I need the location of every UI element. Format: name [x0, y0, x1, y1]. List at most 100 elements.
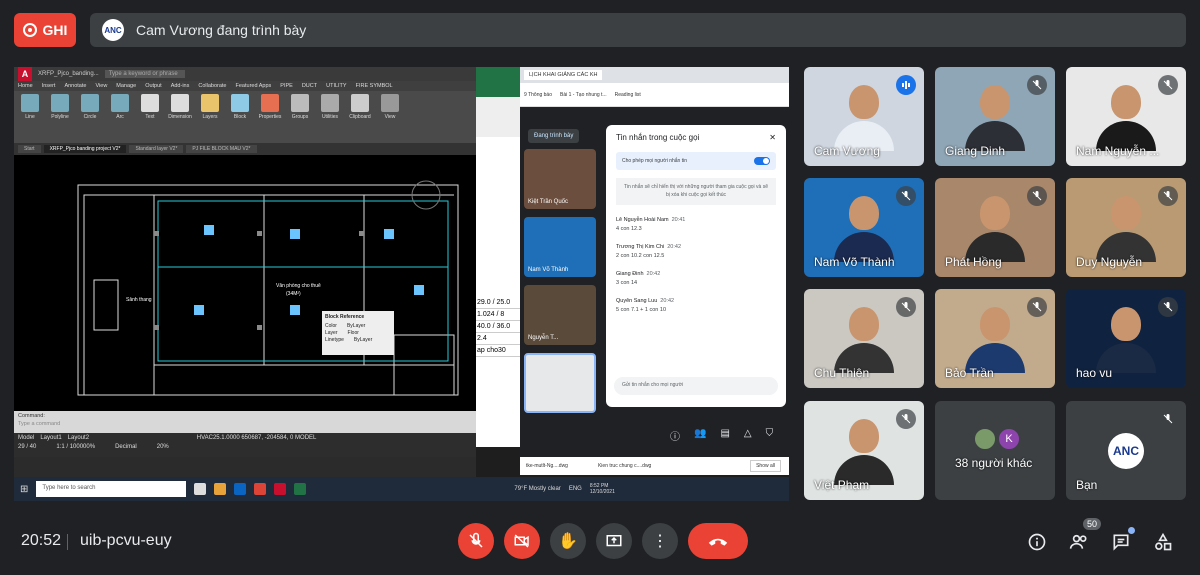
excel-cell: 29.0 / 25.0: [476, 297, 520, 309]
mini-participant-tile: Nam Võ Thành: [524, 217, 596, 277]
chat-time: 20:42: [646, 271, 661, 277]
ribbon-tool[interactable]: Dimension: [167, 94, 193, 120]
ribbon-tool[interactable]: Groups: [287, 94, 313, 120]
task-view-icon[interactable]: [194, 483, 207, 495]
show-all-button[interactable]: Show all: [750, 460, 781, 472]
menu-item[interactable]: View: [95, 83, 107, 89]
ribbon-tool-icon: [21, 94, 39, 112]
ribbon-tool[interactable]: View: [377, 94, 403, 120]
participant-tile[interactable]: Chu Thiện: [804, 289, 924, 388]
excel-taskbar-icon[interactable]: [294, 483, 307, 495]
windows-start-icon[interactable]: ⊞: [20, 484, 28, 495]
autocad-status-bar: Model Layout1 Layout2 HVAC25.1.0000 650687…: [14, 433, 476, 457]
layout-tabs: Model Layout1 Layout2: [18, 435, 95, 441]
menu-item[interactable]: FIRE SYMBOL: [356, 83, 393, 89]
participant-tile[interactable]: Bảo Trần: [935, 289, 1055, 388]
edge-icon[interactable]: [234, 483, 247, 495]
taskbar-search[interactable]: Type here to search: [36, 481, 187, 497]
allow-messages-toggle[interactable]: Cho phép mọi người nhắn tin: [616, 152, 776, 170]
file-explorer-icon[interactable]: [214, 483, 227, 495]
bookmark[interactable]: Bài 1 - Tạo nhung t...: [560, 92, 607, 98]
participant-video: [834, 419, 894, 485]
people-icon[interactable]: 👥: [694, 428, 706, 443]
menu-item[interactable]: DUCT: [302, 83, 317, 89]
more-options-button[interactable]: ⋮: [642, 523, 678, 559]
meeting-info-button[interactable]: [1025, 530, 1049, 554]
participant-head: [849, 196, 879, 230]
ribbon-tool[interactable]: Polyline: [47, 94, 73, 120]
chrome-icon[interactable]: [254, 483, 267, 495]
participant-tile[interactable]: Phát Hồng: [935, 178, 1055, 277]
menu-item[interactable]: UTILITY: [326, 83, 346, 89]
layout-tab[interactable]: Layout2: [68, 435, 89, 441]
ribbon-tool[interactable]: Properties: [257, 94, 283, 120]
ribbon-tool[interactable]: Block: [227, 94, 253, 120]
drawing-canvas[interactable]: Văn phòng cho thuê (34M²) Sảnh thang Blo…: [14, 155, 476, 411]
ribbon-tool[interactable]: Line: [17, 94, 43, 120]
security-icon[interactable]: ⛉: [766, 428, 774, 443]
mic-off-button[interactable]: [458, 523, 494, 559]
menu-item[interactable]: Home: [18, 83, 33, 89]
activities-icon[interactable]: △: [744, 428, 752, 443]
toggle-switch[interactable]: [754, 157, 770, 165]
close-icon[interactable]: ✕: [769, 133, 776, 142]
layout-tab[interactable]: Layout1: [40, 435, 61, 441]
chat-icon[interactable]: ▤: [720, 428, 729, 443]
menu-item[interactable]: Featured Apps: [236, 83, 272, 89]
ribbon-tool[interactable]: Arc: [107, 94, 133, 120]
chat-input[interactable]: Gửi tin nhắn cho mọi người: [614, 377, 778, 395]
shared-screen: A XRFP_Pjco_banding... Type a keyword or…: [14, 67, 789, 501]
file-tab[interactable]: Standard layer V2*: [129, 145, 184, 153]
camera-off-button[interactable]: [504, 523, 540, 559]
file-tab[interactable]: XRFP_Pjco banding project V2*: [43, 145, 127, 153]
layout-tab[interactable]: Model: [18, 435, 34, 441]
menu-item[interactable]: Insert: [42, 83, 56, 89]
activities-button[interactable]: [1151, 530, 1175, 554]
participant-tile[interactable]: Việt Phạm: [804, 401, 924, 500]
chat-sender: Trương Thị Kim Chi 20:42: [616, 244, 682, 250]
ribbon-tool[interactable]: Circle: [77, 94, 103, 120]
file-tab[interactable]: PJ FILE BLOCK MAU V2*: [186, 145, 257, 153]
info-icon[interactable]: ⓘ: [670, 428, 680, 443]
command-line[interactable]: Command: Type a command: [14, 411, 476, 433]
menu-item[interactable]: Add-ins: [171, 83, 190, 89]
download-item[interactable]: tke-mutlt-Ng....dwg: [526, 463, 568, 469]
menu-item[interactable]: Manage: [116, 83, 136, 89]
participant-tile[interactable]: Duy Nguyễn: [1066, 178, 1186, 277]
participant-tile[interactable]: Nam Nguyễn ...: [1066, 67, 1186, 166]
participant-tile[interactable]: Giang Dinh: [935, 67, 1055, 166]
command-input[interactable]: Type a command: [18, 421, 472, 427]
ribbon-tool[interactable]: Clipboard: [347, 94, 373, 120]
units-indicator[interactable]: Decimal: [115, 444, 137, 450]
room-area: (34M²): [286, 291, 301, 297]
raise-hand-button[interactable]: ✋: [550, 523, 586, 559]
chat-text: 5 con 7.1 + 1 con 10: [616, 307, 666, 313]
bookmark[interactable]: Reading list: [615, 92, 641, 98]
menu-item[interactable]: Output: [145, 83, 162, 89]
browser-tab[interactable]: LỊCH KHAI GIẢNG CÁC KH: [524, 70, 603, 80]
ribbon-tool[interactable]: Utilities: [317, 94, 343, 120]
participant-tile[interactable]: Cam Vương: [804, 67, 924, 166]
menu-item[interactable]: Annotate: [64, 83, 86, 89]
participant-tile[interactable]: Nam Võ Thành: [804, 178, 924, 277]
participant-name: Nam Võ Thành: [814, 255, 895, 269]
participant-tile[interactable]: hao vu: [1066, 289, 1186, 388]
participant-tile[interactable]: ANC Bạn: [1066, 401, 1186, 500]
people-button[interactable]: 50: [1067, 518, 1101, 554]
menu-item[interactable]: PIPE: [280, 83, 293, 89]
leave-call-button[interactable]: [688, 523, 748, 559]
record-button[interactable]: GHI: [14, 13, 76, 47]
scale-indicator[interactable]: 1:1 / 100000%: [56, 444, 95, 450]
autocad-search[interactable]: Type a keyword or phrase: [104, 70, 185, 78]
download-item[interactable]: Kien truc chung c....dwg: [598, 463, 651, 469]
status-coords: HVAC25.1.0000 650687, -204584, 0 MODEL: [196, 435, 317, 441]
ribbon-tool[interactable]: Text: [137, 94, 163, 120]
autocad-taskbar-icon[interactable]: [274, 483, 287, 495]
ribbon-tool[interactable]: Layers: [197, 94, 223, 120]
present-button[interactable]: [596, 523, 632, 559]
chat-button[interactable]: [1109, 527, 1135, 554]
file-tab[interactable]: Start: [18, 145, 41, 153]
participant-tile[interactable]: K 38 người khác: [935, 401, 1055, 500]
bookmark[interactable]: 9 Thông báo: [524, 92, 552, 98]
menu-item[interactable]: Collaborate: [198, 83, 226, 89]
